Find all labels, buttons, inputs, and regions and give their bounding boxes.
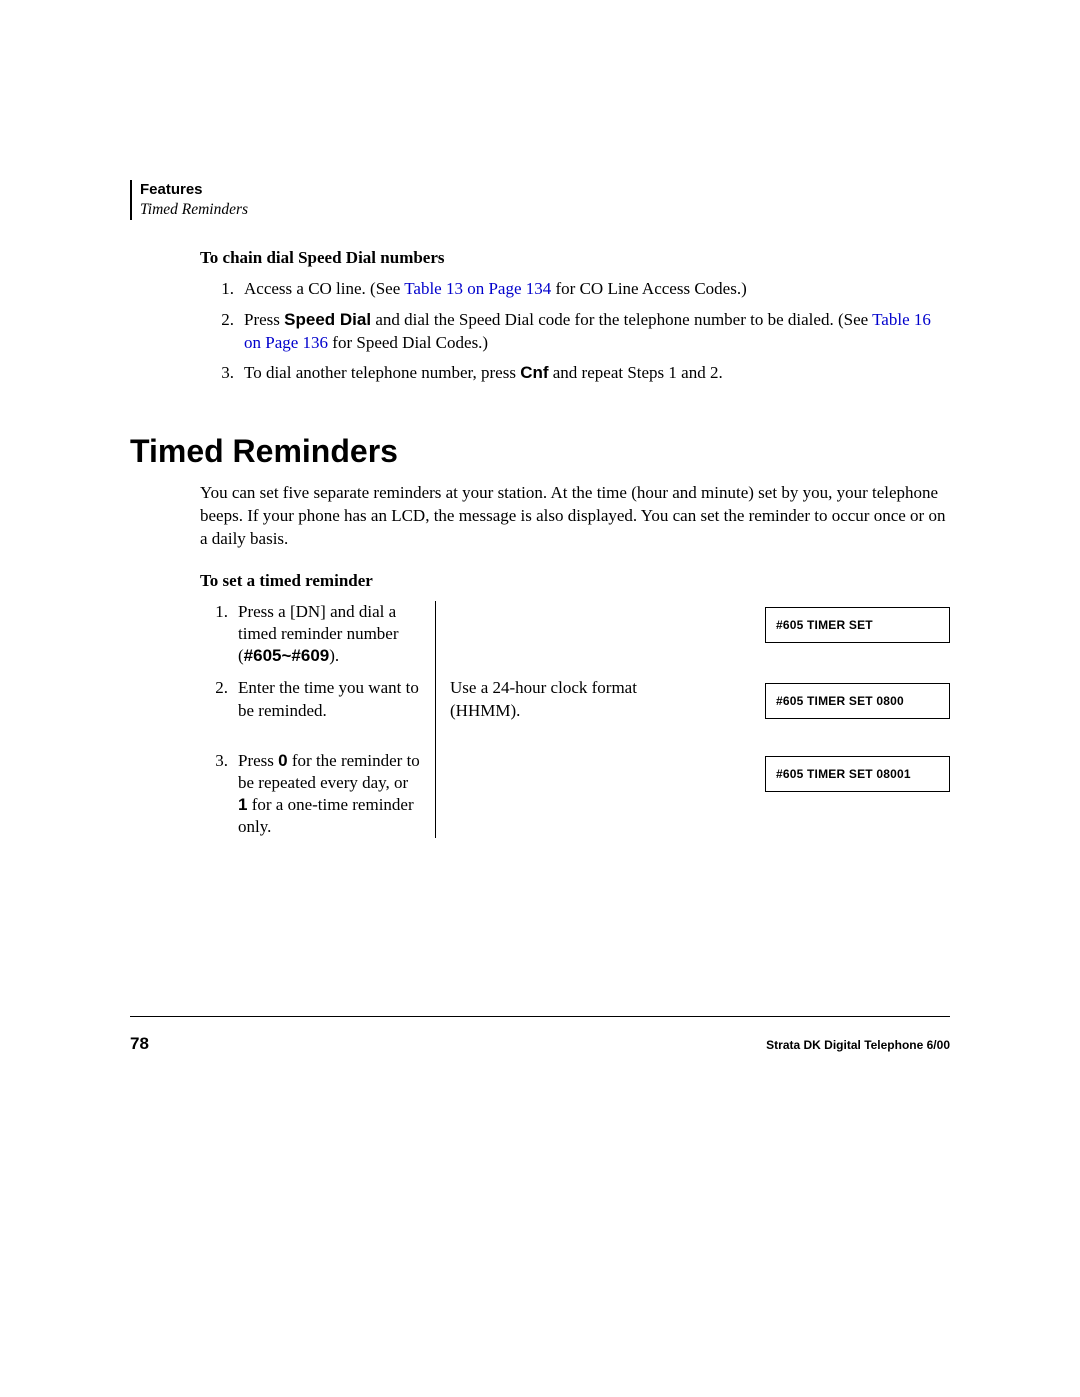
step-text: To dial another telephone number, press … — [244, 362, 950, 385]
page-number: 78 — [130, 1034, 149, 1054]
xref-link[interactable]: Table 13 on Page 134 — [404, 279, 551, 298]
step-number: 1. — [200, 601, 238, 667]
row-spacer — [200, 722, 950, 750]
lcd-display: #605 TIMER SET 08001 — [765, 756, 950, 792]
keycap-cnf: Cnf — [520, 363, 548, 382]
page-footer: 78 Strata DK Digital Telephone 6/00 — [130, 1034, 950, 1054]
list-item: 2. Press Speed Dial and dial the Speed D… — [200, 309, 950, 355]
subhead-chain-dial: To chain dial Speed Dial numbers — [200, 248, 950, 268]
list-item: 1. Access a CO line. (See Table 13 on Pa… — [200, 278, 950, 301]
keycap-speed-dial: Speed Dial — [284, 310, 371, 329]
column-divider — [435, 750, 436, 838]
column-divider — [435, 667, 436, 677]
step-instruction: 3. Press 0 for the reminder to be repeat… — [200, 750, 435, 838]
step-number: 3. — [200, 362, 244, 385]
step-instruction: 1. Press a [DN] and dial a timed reminde… — [200, 601, 435, 667]
footer-doc-title: Strata DK Digital Telephone 6/00 — [766, 1038, 950, 1052]
dial-code-range: #605~#609 — [244, 646, 330, 665]
step-text: Press Speed Dial and dial the Speed Dial… — [244, 309, 950, 355]
step-number: 2. — [200, 677, 238, 721]
step-note: Use a 24-hour clock format (HHMM). — [436, 677, 656, 721]
step-row: 1. Press a [DN] and dial a timed reminde… — [200, 601, 950, 667]
section-title-timed-reminders: Timed Reminders — [130, 433, 950, 470]
lcd-display: #605 TIMER SET 0800 — [765, 683, 950, 719]
chain-dial-steps: 1. Access a CO line. (See Table 13 on Pa… — [200, 278, 950, 386]
manual-page: Features Timed Reminders To chain dial S… — [0, 0, 1080, 1397]
step-number: 1. — [200, 278, 244, 301]
timed-reminder-steps: 1. Press a [DN] and dial a timed reminde… — [200, 601, 950, 838]
column-divider — [435, 722, 436, 750]
lcd-display: #605 TIMER SET — [765, 607, 950, 643]
column-divider — [435, 601, 436, 667]
running-header: Features Timed Reminders — [130, 180, 950, 220]
row-spacer — [200, 667, 950, 677]
keycap-zero: 0 — [278, 751, 287, 770]
subhead-set-timed-reminder: To set a timed reminder — [200, 571, 950, 591]
header-chapter: Features — [140, 180, 950, 200]
intro-paragraph: You can set five separate reminders at y… — [200, 482, 950, 551]
step-number: 2. — [200, 309, 244, 355]
step-text: Access a CO line. (See Table 13 on Page … — [244, 278, 950, 301]
footer-rule — [130, 1016, 950, 1017]
list-item: 3. To dial another telephone number, pre… — [200, 362, 950, 385]
step-number: 3. — [200, 750, 238, 838]
step-instruction: 2. Enter the time you want to be reminde… — [200, 677, 435, 721]
header-section: Timed Reminders — [140, 200, 950, 220]
step-row: 3. Press 0 for the reminder to be repeat… — [200, 750, 950, 838]
step-row: 2. Enter the time you want to be reminde… — [200, 677, 950, 721]
